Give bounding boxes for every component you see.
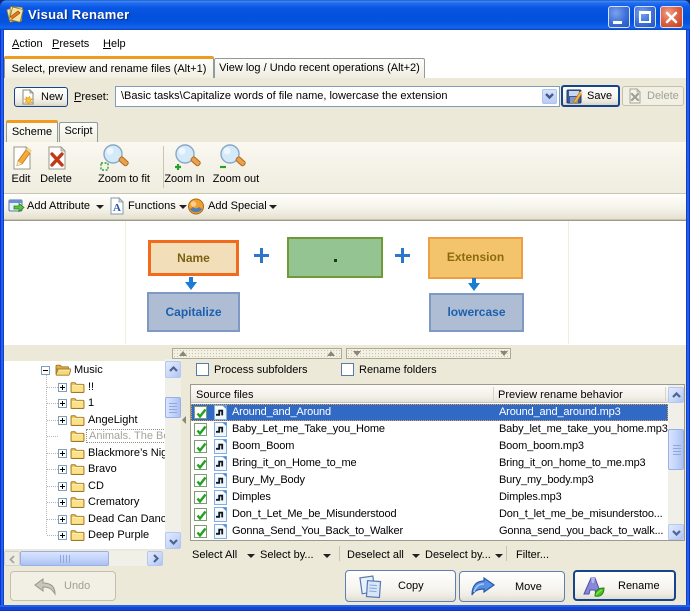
svg-text:A: A xyxy=(113,202,121,214)
